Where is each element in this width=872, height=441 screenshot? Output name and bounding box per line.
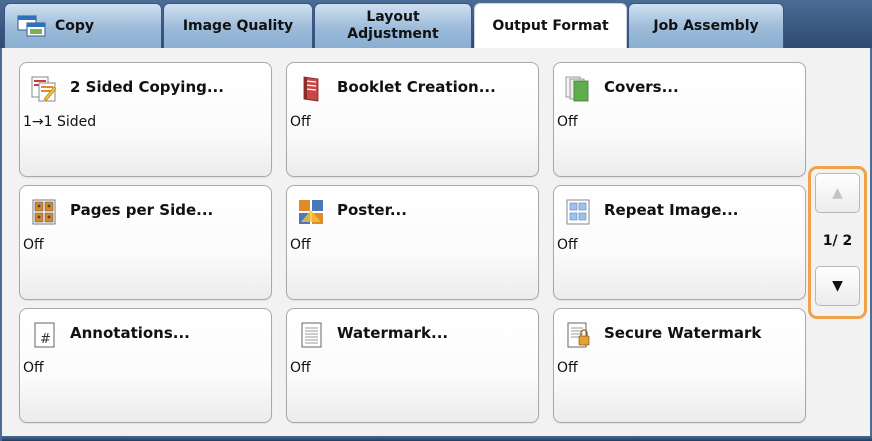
repeat-image-button[interactable]: Repeat Image... Off: [553, 185, 806, 300]
booklet-creation-button[interactable]: Booklet Creation... Off: [286, 62, 539, 177]
tab-layout-adjustment[interactable]: Layout Adjustment: [314, 3, 472, 48]
watermark-button[interactable]: Watermark... Off: [286, 308, 539, 423]
booklet-icon: [303, 76, 319, 102]
repeat-image-icon: [566, 199, 590, 225]
annotations-title: Annotations...: [70, 324, 190, 342]
arrow-up-icon: ▲: [832, 185, 843, 201]
tab-output-format[interactable]: Output Format: [474, 3, 627, 49]
annotations-button[interactable]: # Annotations... Off: [19, 308, 272, 423]
page-indicator: 1/ 2: [822, 233, 853, 249]
poster-button[interactable]: Poster... Off: [286, 185, 539, 300]
secure-watermark-icon: [567, 322, 590, 348]
svg-text:#: #: [40, 332, 51, 347]
covers-value: Off: [557, 114, 578, 130]
two-sided-copying-title: 2 Sided Copying...: [70, 78, 224, 96]
covers-title: Covers...: [604, 78, 679, 96]
panel-bottom-border: [2, 436, 872, 441]
poster-value: Off: [290, 237, 311, 253]
repeat-image-title: Repeat Image...: [604, 201, 739, 219]
covers-icon: [565, 76, 589, 102]
secure-watermark-title: Secure Watermark: [604, 324, 762, 342]
arrow-down-icon: ▼: [832, 278, 843, 294]
tab-copy-label: Copy: [55, 17, 95, 34]
page-down-button[interactable]: ▼: [815, 266, 860, 306]
tab-bar: Copy Image Quality Layout Adjustment Out…: [0, 0, 872, 49]
pages-per-side-value: Off: [23, 237, 44, 253]
poster-icon: [299, 200, 323, 224]
two-sided-icon: [31, 76, 57, 102]
tab-job-assembly-label: Job Assembly: [653, 17, 759, 34]
booklet-creation-title: Booklet Creation...: [337, 78, 496, 96]
watermark-icon: [301, 322, 322, 348]
poster-title: Poster...: [337, 201, 407, 219]
page-up-button[interactable]: ▲: [815, 173, 860, 213]
pages-per-side-button[interactable]: Pages per Side... Off: [19, 185, 272, 300]
secure-watermark-value: Off: [557, 360, 578, 376]
tab-layout-adjustment-label-line1: Layout: [366, 9, 420, 25]
watermark-title: Watermark...: [337, 324, 449, 342]
two-sided-copying-button[interactable]: 2 Sided Copying... 1→1 Sided: [19, 62, 272, 177]
copy-icon: [17, 15, 46, 37]
secure-watermark-button[interactable]: Secure Watermark Off: [553, 308, 806, 423]
pages-per-side-title: Pages per Side...: [70, 201, 214, 219]
two-sided-copying-value: 1→1 Sided: [23, 114, 97, 130]
booklet-creation-value: Off: [290, 114, 311, 130]
watermark-value: Off: [290, 360, 311, 376]
tab-job-assembly[interactable]: Job Assembly: [628, 3, 784, 48]
page-navigator: ▲ 1/ 2 ▼: [808, 166, 867, 319]
annotations-icon: #: [34, 322, 55, 348]
annotations-value: Off: [23, 360, 44, 376]
tab-copy[interactable]: Copy: [4, 3, 162, 48]
tab-image-quality[interactable]: Image Quality: [163, 3, 313, 48]
tab-layout-adjustment-label-line2: Adjustment: [347, 26, 439, 42]
pages-per-side-icon: [32, 199, 56, 225]
repeat-image-value: Off: [557, 237, 578, 253]
covers-button[interactable]: Covers... Off: [553, 62, 806, 177]
tab-output-format-label: Output Format: [492, 18, 609, 34]
tab-image-quality-label: Image Quality: [182, 17, 294, 34]
